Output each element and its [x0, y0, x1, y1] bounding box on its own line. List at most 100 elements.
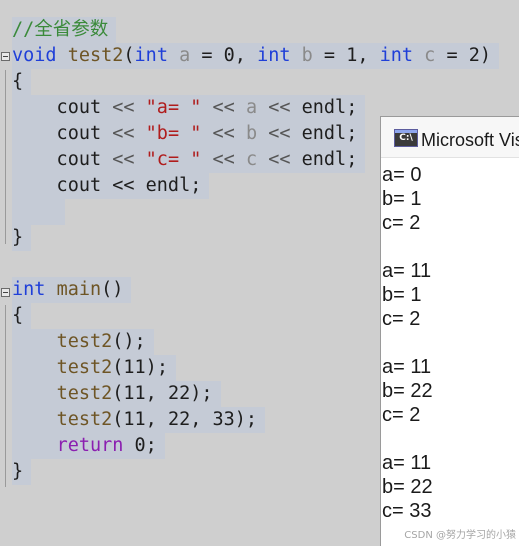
code-token: << — [212, 149, 235, 170]
console-output-line: c= 33 — [382, 500, 432, 522]
code-line[interactable]: //全省参数 — [0, 17, 519, 43]
code-line-text: cout << endl; — [12, 173, 210, 199]
code-token: int — [379, 45, 414, 66]
console-titlebar[interactable]: C:\ Microsoft Visual Studio 调试控制台 — [381, 117, 519, 158]
code-token: endl; — [290, 97, 358, 118]
console-output-line: c= 2 — [382, 308, 421, 330]
code-line[interactable]: void test2(int a = 0, int b = 1, int c =… — [0, 43, 519, 69]
code-token: endl; — [290, 123, 358, 144]
code-line-text: //全省参数 — [12, 17, 117, 43]
code-token: test2 — [67, 45, 124, 66]
code-token: << — [212, 97, 235, 118]
console-icon-label: C:\ — [399, 133, 413, 143]
code-line-text: test2(); — [12, 329, 154, 355]
code-token: << — [112, 97, 135, 118]
code-line-text: test2(11, 22); — [12, 381, 221, 407]
console-output: a= 0 b= 1 c= 2 a= 11 b= 1 c= 2 a= 11 b= 22 c= 2a… — [381, 163, 519, 523]
code-line-text: cout << "c= " << c << endl; — [12, 147, 366, 173]
code-line-text: } — [12, 459, 32, 485]
code-token: int — [134, 45, 168, 66]
code-token: a — [245, 97, 258, 118]
debug-console-window[interactable]: C:\ Microsoft Visual Studio 调试控制台 a= 0b=… — [380, 116, 519, 546]
code-token: b — [301, 45, 313, 66]
code-token: c — [245, 149, 258, 170]
code-token: (); — [112, 331, 146, 352]
watermark: CSDN @努力学习的小猿 — [404, 530, 516, 541]
code-line-text: void test2(int a = 0, int b = 1, int c =… — [12, 43, 500, 69]
code-token: test2 — [56, 383, 113, 404]
code-token: cout — [12, 123, 113, 144]
code-token: "c= " — [145, 149, 202, 170]
console-output-line: c= 2 — [382, 212, 421, 234]
code-line-text: test2(11, 22, 33); — [12, 407, 266, 433]
console-output-line: b= 1 — [382, 188, 422, 210]
code-line-text — [12, 199, 65, 225]
code-token: int — [257, 45, 291, 66]
code-token: { — [12, 305, 24, 326]
console-output-line: a= 11 — [382, 356, 432, 378]
code-token: "b= " — [145, 123, 202, 144]
code-token: c — [424, 45, 436, 66]
console-output-line: c= 2 — [382, 404, 421, 426]
code-token: = 2) — [435, 45, 492, 66]
code-token: << — [268, 123, 291, 144]
code-token: return — [56, 435, 124, 456]
code-token: << — [268, 97, 291, 118]
code-token: () — [101, 279, 124, 300]
console-output-line: a= 11 — [382, 452, 432, 474]
console-icon-bar — [395, 130, 417, 133]
code-token: b — [245, 123, 258, 144]
code-token: ( — [123, 45, 135, 66]
code-token: cout — [12, 149, 113, 170]
code-token: = 1, — [312, 45, 380, 66]
code-line-text: } — [12, 225, 32, 251]
console-output-line: b= 22 — [382, 476, 433, 498]
console-app-icon: C:\ — [394, 129, 418, 147]
code-line[interactable]: { — [0, 69, 519, 95]
code-token: { — [12, 71, 24, 92]
console-output-line: b= 22 — [382, 380, 433, 402]
console-output-line: b= 1 — [382, 284, 422, 306]
console-title: Microsoft Visual Studio 调试控制台 — [421, 130, 519, 150]
code-token: (11, 22, 33); — [112, 409, 258, 430]
code-line-text: int main() — [12, 277, 132, 303]
code-line-text: cout << "a= " << a << endl; — [12, 95, 366, 121]
code-token: = 0, — [190, 45, 258, 66]
code-token: } — [12, 461, 24, 482]
code-line-text: { — [12, 303, 32, 329]
code-token: (11, 22); — [112, 383, 213, 404]
code-token: main — [56, 279, 102, 300]
code-token: //全省参数 — [12, 19, 109, 40]
code-line-text: cout << "b= " << b << endl; — [12, 121, 366, 147]
code-token: "a= " — [145, 97, 202, 118]
code-token: << — [112, 123, 135, 144]
code-token: cout — [12, 97, 113, 118]
code-token: (11); — [112, 357, 168, 378]
code-token: endl; — [290, 149, 358, 170]
code-token: void — [12, 45, 57, 66]
code-line-text: return 0; — [12, 433, 165, 459]
code-token: 0; — [123, 435, 157, 456]
code-line-text: { — [12, 69, 32, 95]
